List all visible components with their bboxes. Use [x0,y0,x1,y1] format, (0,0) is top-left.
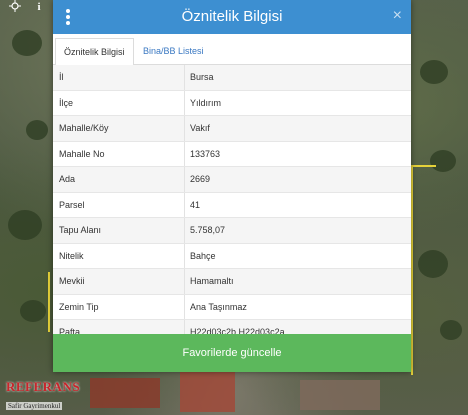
row-value: Bahçe [190,250,216,261]
row-key: Zemin Tip [59,301,99,312]
map-toolbar: i [0,0,60,14]
logo-subtitle: Safir Gayrimenkul [6,402,63,410]
table-row: Nitelik Bahçe [53,243,411,269]
row-value: Hamamaltı [190,276,234,286]
table-row: Parsel 41 [53,192,411,218]
table-row: Ada 2669 [53,167,411,193]
row-key: Tapu Alanı [59,225,102,235]
row-value: Ana Taşınmaz [190,301,247,312]
table-row: Zemin Tip Ana Taşınmaz [53,294,411,320]
close-icon[interactable]: × [393,7,402,25]
attribute-info-dialog: Öznitelik Bilgisi × Öznitelik Bilgisi Bi… [53,0,411,372]
table-row: İlçe Yıldırım [53,90,411,116]
row-value: Yıldırım [190,97,222,108]
row-value: Bursa [190,72,214,82]
info-icon[interactable]: i [32,0,46,14]
row-value: 2669 [190,174,211,184]
tab-building-list[interactable]: Bina/BB Listesi [135,38,212,64]
row-key: Mahalle/Köy [59,123,109,133]
row-key: İl [59,72,64,82]
row-key: Ada [59,174,76,184]
row-key: Parsel [59,199,85,210]
row-value: Vakıf [190,123,210,133]
table-row: İl Bursa [53,65,411,91]
row-key: İlçe [59,97,74,108]
tab-attribute-info[interactable]: Öznitelik Bilgisi [55,38,134,66]
table-row: Tapu Alanı 5.758,07 [53,218,411,244]
row-value: 133763 [190,148,221,159]
row-key: Mevkii [59,276,85,286]
update-favorites-button[interactable]: Favorilerde güncelle [53,334,411,372]
row-key: Mahalle No [59,148,105,159]
crosshair-icon[interactable] [8,0,22,14]
table-row: Mahalle No 133763 [53,141,411,167]
row-value: 5.758,07 [190,225,226,235]
dialog-tabs: Öznitelik Bilgisi Bina/BB Listesi [53,38,411,66]
logo-brand: REFERANS [6,379,81,394]
dialog-header: Öznitelik Bilgisi × [53,0,411,34]
dialog-title: Öznitelik Bilgisi [181,8,283,25]
table-row: Mahalle/Köy Vakıf [53,116,411,142]
row-value: 41 [190,199,201,210]
row-key: Nitelik [59,250,84,261]
company-logo: REFERANS Safir Gayrimenkul [6,379,81,410]
attribute-table: İl Bursa İlçe Yıldırım Mahalle/Köy Vakıf Ma… [53,65,411,346]
table-row: Mevkii Hamamaltı [53,269,411,295]
